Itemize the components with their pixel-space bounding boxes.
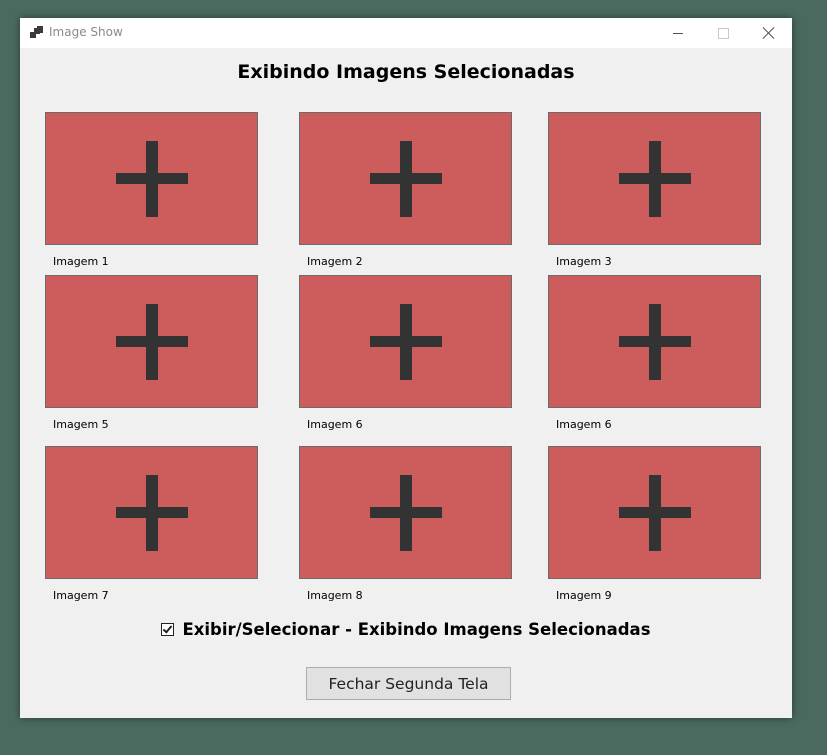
- maximize-icon: [717, 27, 729, 39]
- title-bar[interactable]: Image Show: [20, 18, 792, 48]
- image-label-2: Imagem 2: [307, 255, 363, 268]
- image-label-4: Imagem 5: [53, 418, 109, 431]
- close-second-screen-button[interactable]: Fechar Segunda Tela: [306, 667, 511, 700]
- display-select-label[interactable]: Exibir/Selecionar - Exibindo Imagens Sel…: [182, 620, 650, 639]
- image-slot-3[interactable]: [548, 112, 761, 245]
- image-label-1: Imagem 1: [53, 255, 109, 268]
- minimize-icon: [673, 32, 683, 34]
- plus-icon: [116, 475, 188, 551]
- close-window-button[interactable]: [746, 18, 792, 48]
- plus-icon: [370, 304, 442, 380]
- plus-icon: [370, 141, 442, 217]
- app-window-icon: [30, 26, 44, 40]
- page-title: Exibindo Imagens Selecionadas: [237, 61, 575, 83]
- plus-icon: [370, 475, 442, 551]
- image-label-8: Imagem 8: [307, 589, 363, 602]
- plus-icon: [116, 304, 188, 380]
- plus-icon: [619, 304, 691, 380]
- plus-icon: [116, 141, 188, 217]
- display-select-checkbox[interactable]: [161, 623, 175, 636]
- image-slot-9[interactable]: [548, 446, 761, 579]
- maximize-button[interactable]: [700, 18, 746, 48]
- image-label-7: Imagem 7: [53, 589, 109, 602]
- minimize-button[interactable]: [655, 18, 701, 48]
- window-title: Image Show: [49, 25, 123, 39]
- image-slot-7[interactable]: [45, 446, 258, 579]
- image-slot-8[interactable]: [299, 446, 512, 579]
- plus-icon: [619, 475, 691, 551]
- image-label-3: Imagem 3: [556, 255, 612, 268]
- plus-icon: [619, 141, 691, 217]
- image-slot-5[interactable]: [299, 275, 512, 408]
- image-slot-1[interactable]: [45, 112, 258, 245]
- display-select-option[interactable]: Exibir/Selecionar - Exibindo Imagens Sel…: [20, 620, 792, 639]
- main-window: Image Show Exibindo Imagens Selecionadas…: [20, 18, 792, 718]
- image-label-9: Imagem 9: [556, 589, 612, 602]
- image-slot-6[interactable]: [548, 275, 761, 408]
- close-icon: [763, 27, 775, 39]
- image-label-5: Imagem 6: [307, 418, 363, 431]
- image-slot-2[interactable]: [299, 112, 512, 245]
- image-label-6: Imagem 6: [556, 418, 612, 431]
- image-slot-4[interactable]: [45, 275, 258, 408]
